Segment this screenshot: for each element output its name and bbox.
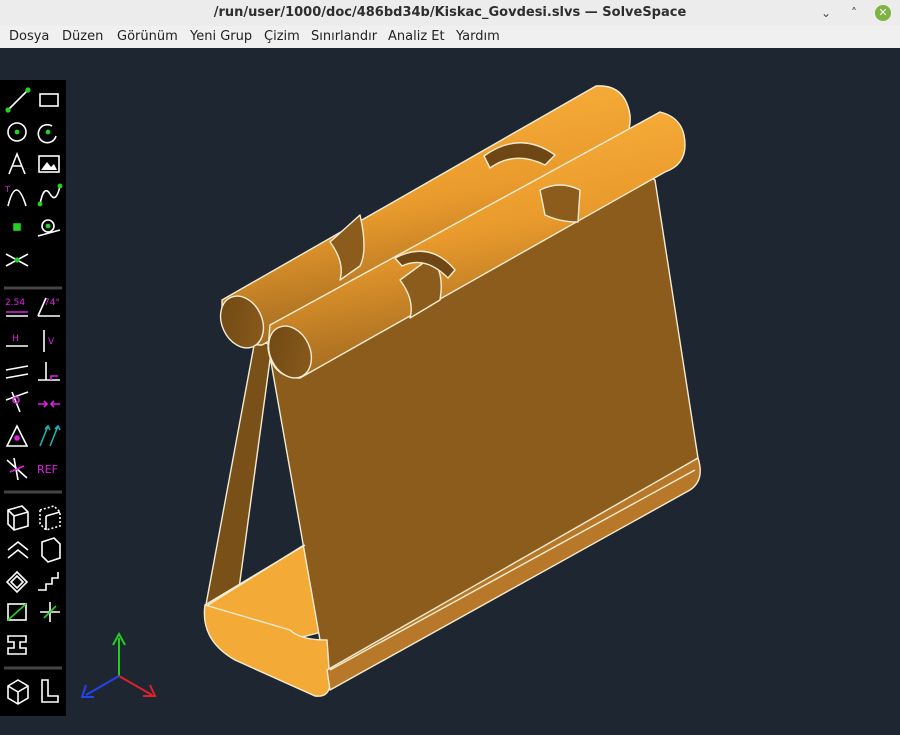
step-rotate-icon[interactable] xyxy=(41,537,61,563)
parallel-constraint-icon[interactable] xyxy=(5,365,29,379)
maximize-icon[interactable]: ˄ xyxy=(846,5,862,21)
angle-constraint-icon[interactable]: 74° xyxy=(37,297,60,317)
symmetric-constraint-icon[interactable] xyxy=(38,400,60,408)
window-title: /run/user/1000/doc/486bd34b/Kiskac_Govde… xyxy=(213,5,687,20)
distance-label: 2.54 xyxy=(5,298,25,308)
title-bar: /run/user/1000/doc/486bd34b/Kiskac_Govde… xyxy=(0,0,900,27)
point-tool-icon[interactable] xyxy=(13,223,21,231)
sketch-toolbar: T 2.54 74° H V REF xyxy=(0,80,66,716)
vertical-label: V xyxy=(48,337,55,347)
sketch-l-shape-icon[interactable] xyxy=(41,679,59,703)
menu-sketch[interactable]: Çizim xyxy=(264,26,300,48)
menu-analyze[interactable]: Analiz Et xyxy=(388,26,445,48)
svg-text:T: T xyxy=(4,185,10,194)
image-tool-icon[interactable] xyxy=(38,155,60,173)
extrude-icon[interactable] xyxy=(5,570,29,594)
solid-model-icon[interactable] xyxy=(7,679,29,705)
split-curves-icon[interactable] xyxy=(5,253,29,267)
nearest-orthographic-view-icon[interactable] xyxy=(39,505,61,531)
text-tool-icon[interactable] xyxy=(8,151,26,175)
angle-label: 74° xyxy=(44,298,60,308)
perpendicular-constraint-icon[interactable] xyxy=(38,362,60,381)
same-orientation-constraint-icon[interactable] xyxy=(39,424,61,447)
vertical-constraint-icon[interactable]: V xyxy=(43,330,55,352)
other-supplementary-angle-icon[interactable] xyxy=(6,457,28,481)
workplane-section-icon[interactable] xyxy=(40,602,60,622)
point-on-line-constraint-icon[interactable] xyxy=(5,391,29,413)
clip-body-model[interactable] xyxy=(0,48,900,735)
arc-tool-icon[interactable] xyxy=(37,123,57,144)
menu-new-group[interactable]: Yeni Grup xyxy=(190,26,252,48)
close-icon[interactable]: ✕ xyxy=(875,5,891,21)
step-translate-icon[interactable] xyxy=(7,540,29,559)
distance-constraint-icon[interactable]: 2.54 xyxy=(5,298,28,317)
line-tool-icon[interactable] xyxy=(5,87,31,113)
rectangle-tool-icon[interactable] xyxy=(39,93,59,107)
horizontal-constraint-icon[interactable]: H xyxy=(6,334,28,347)
spline-tool-icon[interactable] xyxy=(37,183,63,207)
menu-view[interactable]: Görünüm xyxy=(117,26,178,48)
minimize-icon[interactable]: ⌄ xyxy=(818,5,834,21)
menu-bar: Dosya Düzen Görünüm Yeni Grup Çizim Sını… xyxy=(0,26,900,49)
reference-constraint-icon[interactable]: REF xyxy=(37,463,58,476)
sweep-stairs-icon[interactable] xyxy=(38,572,59,591)
menu-help[interactable]: Yardım xyxy=(456,26,500,48)
lathe-icon[interactable] xyxy=(7,603,27,621)
circle-tool-icon[interactable] xyxy=(7,122,27,142)
workplane-tool-icon[interactable] xyxy=(37,219,61,237)
linked-part-icon[interactable] xyxy=(7,635,27,655)
menu-file[interactable]: Dosya xyxy=(9,26,49,48)
equal-length-constraint-icon[interactable] xyxy=(5,424,29,447)
nearest-isometric-view-icon[interactable] xyxy=(7,505,29,531)
axis-triad xyxy=(80,631,157,698)
horizontal-label: H xyxy=(12,334,19,344)
tangent-arc-tool-icon[interactable]: T xyxy=(4,185,27,207)
menu-edit[interactable]: Düzen xyxy=(62,26,103,48)
ref-label: REF xyxy=(37,463,58,476)
3d-viewport[interactable] xyxy=(0,48,900,735)
menu-constrain[interactable]: Sınırlandır xyxy=(311,26,377,48)
